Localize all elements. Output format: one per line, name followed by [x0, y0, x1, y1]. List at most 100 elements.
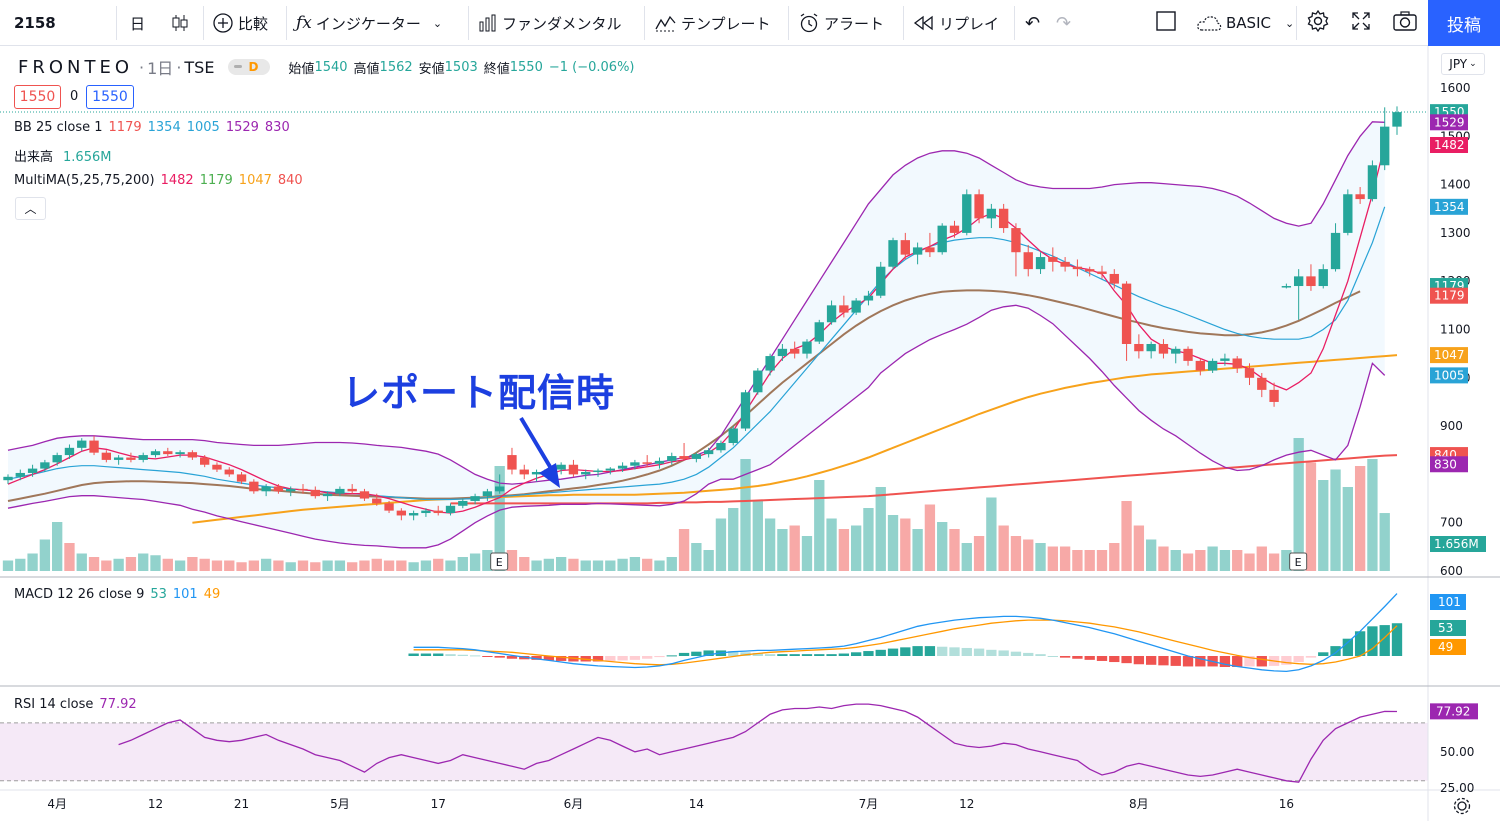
macd-pane[interactable] [408, 593, 1403, 673]
volume-bar [752, 501, 763, 571]
candle-body [138, 455, 148, 460]
square-icon [1155, 10, 1177, 36]
volume-bar [150, 555, 161, 571]
low-value: 1503 [444, 59, 478, 75]
fullscreen-layout-button[interactable] [1155, 0, 1177, 46]
candle-body [1244, 368, 1255, 378]
volume-bar [248, 560, 260, 571]
macd-histogram-bar [494, 656, 505, 658]
fullscreen-button[interactable] [1350, 0, 1372, 46]
rsi-pane[interactable] [0, 703, 1428, 783]
macd-histogram-bar [801, 654, 813, 656]
macd-legend[interactable]: MACD 12 26 close 9 53 101 49 [14, 587, 226, 602]
toolbar-divider [203, 6, 204, 40]
volume-bar [900, 518, 911, 571]
rsi-legend[interactable]: RSI 14 close 77.92 [14, 697, 143, 712]
candle-body [1060, 261, 1070, 267]
macd-axis-tag-text: 53 [1438, 621, 1453, 635]
post-button[interactable]: 投稿 [1428, 0, 1500, 46]
volume-bar [1023, 539, 1034, 571]
candle-body [224, 469, 234, 475]
open-label: 始値 [288, 61, 315, 77]
chevron-down-icon[interactable]: ⌄ [1285, 17, 1294, 30]
candle-body [1355, 194, 1365, 200]
macd-label: MACD 12 26 close 9 [14, 587, 145, 602]
volume-bar [1182, 553, 1194, 571]
high-value: 1562 [379, 59, 413, 75]
indicators-button[interactable]: ƒx インジケーター ⌄ [296, 0, 446, 46]
time-axis-tick: 12 [959, 797, 974, 811]
alert-button[interactable]: アラート [798, 0, 884, 46]
volume-bar [1367, 459, 1378, 571]
collapse-legend-button[interactable]: ︿ [15, 197, 46, 220]
macd-value: 101 [172, 587, 198, 602]
replay-label: リプレイ [939, 14, 1000, 33]
volume-bar [912, 529, 923, 571]
indicators-label: インジケーター [315, 14, 421, 33]
candle-body [753, 370, 763, 393]
settings-button[interactable] [1306, 0, 1330, 46]
symbol-search-button[interactable]: 2158 [14, 0, 56, 46]
volume-legend[interactable]: 出来高 1.656M [14, 146, 117, 165]
candle-body [249, 481, 259, 492]
report-annotation-text[interactable]: レポート配信時 [342, 362, 615, 417]
replay-button[interactable]: リプレイ [913, 0, 999, 46]
snapshot-button[interactable] [1392, 0, 1418, 46]
volume-label: 出来高 [14, 150, 54, 165]
volume-bar [15, 558, 26, 571]
candle-body [27, 468, 38, 473]
macd-histogram-bar [1391, 623, 1403, 656]
layout-button[interactable]: BASIC ⌄ [1196, 0, 1298, 46]
candle-body [372, 498, 382, 504]
volume-bar [1318, 480, 1329, 571]
time-axis[interactable]: 4月 12 21 5月 17 6月 14 7月 12 8月 16 [47, 797, 1471, 815]
rsi-label: RSI 14 close [14, 697, 94, 712]
candle-body [814, 322, 824, 342]
volume-bar [138, 553, 149, 571]
macd-histogram-bar [445, 654, 456, 656]
volume-bar [211, 560, 223, 571]
bb-value-3: 1005 [186, 120, 220, 135]
compare-button[interactable]: 比較 [212, 0, 268, 46]
price-axis-tick: 1100 [1440, 323, 1471, 337]
chevron-down-icon[interactable]: ⌄ [433, 17, 442, 30]
volume-bar [1354, 466, 1366, 571]
macd-histogram-bar [777, 654, 788, 656]
buy-price-button[interactable]: 1550 [86, 85, 134, 109]
candle-body [1171, 348, 1181, 354]
fundamentals-button[interactable]: ファンダメンタル [478, 0, 622, 46]
volume-value: 1.656M [63, 150, 112, 165]
candle-body [384, 503, 394, 511]
macd-histogram-bar [1256, 656, 1267, 667]
volume-bar [1232, 550, 1243, 571]
price-axis-tick: 700 [1440, 516, 1463, 530]
currency-button[interactable]: JPY ⌄ [1441, 53, 1485, 75]
market-status-badge[interactable]: D [228, 59, 271, 75]
volume-bar [322, 560, 333, 571]
time-axis-tick: 21 [234, 797, 249, 811]
chart-canvas[interactable]: EE 6007009001000110012001300140015001600… [0, 46, 1500, 821]
interval-button[interactable]: 日 [130, 0, 145, 46]
undo-button[interactable]: ↶ [1025, 0, 1040, 46]
badge-bar-icon [234, 65, 243, 68]
ma75-value: 1047 [238, 173, 272, 188]
chart-type-button[interactable] [170, 0, 194, 46]
volume-bar [703, 550, 714, 571]
candle-body [15, 472, 25, 477]
macd-histogram-bar [1109, 656, 1120, 663]
axis-settings-icon [1457, 801, 1467, 811]
volume-bar [937, 522, 948, 571]
close-value: 1550 [509, 59, 543, 75]
candle-body [777, 348, 788, 357]
templates-button[interactable]: テンプレート [655, 0, 771, 46]
compare-label: 比較 [238, 14, 269, 33]
bb-legend[interactable]: BB 25 close 1 1179 1354 1005 1529 830 [14, 120, 296, 135]
volume-bar [519, 557, 530, 571]
redo-button[interactable]: ↷ [1056, 0, 1071, 46]
price-label-text: 830 [1434, 457, 1457, 471]
volume-bar [297, 560, 309, 571]
multima-legend[interactable]: MultiMA(5,25,75,200) 1482 1179 1047 840 [14, 173, 309, 188]
sell-price-button[interactable]: 1550 [14, 85, 61, 109]
volume-bar [396, 560, 407, 571]
volume-bar [531, 560, 542, 571]
